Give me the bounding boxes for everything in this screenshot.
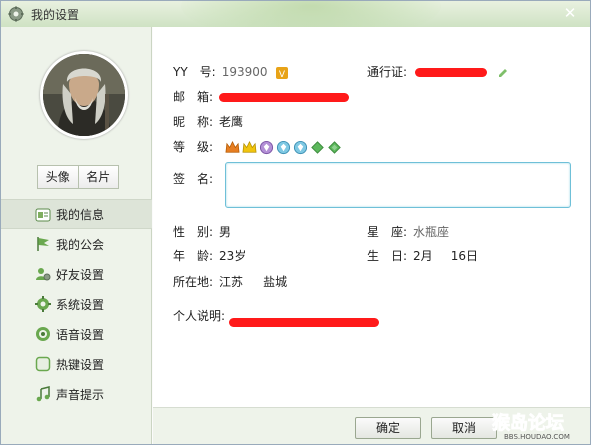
gear-icon (35, 296, 51, 312)
card-button[interactable]: 名片 (78, 165, 119, 189)
location-province: 江苏 (219, 275, 244, 289)
crown-icon (225, 141, 240, 153)
nickname-label: 昵 称: (173, 115, 214, 129)
settings-window: 我的设置 ✕ 头像 名片 我的信息 我的公会 好友设置 系统设置 语音设置 热键… (0, 0, 591, 445)
diamond-icon (276, 140, 290, 155)
sidebar-item-friend-settings[interactable]: 好友设置 (1, 259, 152, 289)
svg-text:V: V (279, 70, 286, 79)
title-bar[interactable]: 我的设置 ✕ (1, 1, 590, 41)
diamond-icon (293, 140, 307, 155)
level-row: 等 级: (173, 138, 342, 155)
yy-number-value: 193900 (221, 65, 268, 79)
birthday-row: 生 日: 2月 16日 (367, 247, 478, 264)
yy-number-label: YY 号: (173, 65, 216, 79)
svg-text:BBS.HOUDAO.COM: BBS.HOUDAO.COM (504, 433, 570, 441)
close-icon[interactable]: ✕ (562, 5, 578, 21)
sidebar-item-label: 热键设置 (56, 357, 105, 372)
gear-icon (8, 6, 24, 22)
signature-label: 签 名: (173, 172, 214, 186)
sidebar-nav: 我的信息 我的公会 好友设置 系统设置 语音设置 热键设置 声音提示 (1, 199, 152, 409)
redaction-mark (218, 93, 349, 102)
gender-row: 性 别: 男 (173, 223, 231, 240)
level-icons[interactable] (225, 140, 342, 155)
music-note-icon (36, 386, 50, 402)
email-row: 邮 箱: (173, 88, 349, 105)
cancel-button[interactable]: 取消 (431, 417, 497, 439)
location-label: 所在地: (173, 275, 214, 289)
sidebar-item-label: 系统设置 (56, 297, 105, 312)
passport-row: 通行证: (367, 63, 509, 80)
zodiac-label: 星 座: (367, 225, 408, 239)
redaction-mark (228, 318, 379, 327)
sidebar-item-hotkey-settings[interactable]: 热键设置 (1, 349, 152, 379)
nickname-value: 老鹰 (219, 115, 244, 129)
edit-icon[interactable] (497, 67, 509, 79)
birthday-month: 2月 (413, 249, 433, 263)
email-label: 邮 箱: (173, 90, 214, 104)
location-row: 所在地: 江苏 盐城 (173, 273, 287, 290)
sidebar-item-label: 我的公会 (56, 237, 105, 252)
avatar-button[interactable]: 头像 (37, 165, 79, 189)
profile-panel: YY 号: 193900 V 通行证: 邮 箱: 昵 称: 老鹰 等 级: 签 … (153, 27, 590, 407)
sidebar-item-label: 声音提示 (56, 387, 105, 402)
sidebar: 头像 名片 我的信息 我的公会 好友设置 系统设置 语音设置 热键设置 声音提示 (1, 27, 152, 444)
zodiac-value: 水瓶座 (413, 225, 450, 239)
birthday-label: 生 日: (367, 249, 408, 263)
bio-label: 个人说明: (173, 309, 226, 323)
ok-button[interactable]: 确定 (355, 417, 421, 439)
avatar-buttons: 头像 名片 (37, 165, 119, 189)
nickname-row: 昵 称: 老鹰 (173, 113, 243, 130)
vip-badge-icon: V (276, 66, 289, 79)
svg-text:猴岛论坛: 猴岛论坛 (492, 412, 564, 434)
crown-icon (242, 141, 257, 153)
sidebar-item-label: 我的信息 (56, 207, 105, 222)
hotkey-icon (35, 356, 51, 372)
avatar[interactable] (40, 51, 128, 139)
sidebar-item-sound-alerts[interactable]: 声音提示 (1, 379, 152, 409)
leaf-icon (328, 141, 341, 154)
flag-icon (37, 237, 49, 251)
redaction-mark (414, 68, 487, 77)
friends-gear-icon (36, 268, 51, 281)
bio-row: 个人说明: (173, 307, 379, 327)
age-label: 年 龄: (173, 249, 214, 263)
avatar-image (43, 54, 125, 136)
sidebar-item-my-guild[interactable]: 我的公会 (1, 229, 152, 259)
passport-label: 通行证: (367, 65, 408, 79)
age-value: 23岁 (219, 249, 247, 263)
yy-number-row: YY 号: 193900 V (173, 63, 289, 80)
forum-watermark-logo: 猴岛论坛 BBS.HOUDAO.COM (492, 412, 570, 441)
zodiac-row: 星 座: 水瓶座 (367, 223, 449, 240)
dialog-footer: 确定 取消 猴岛论坛 BBS.HOUDAO.COM (153, 407, 590, 444)
diamond-icon (259, 140, 273, 155)
signature-input[interactable] (225, 162, 571, 208)
sidebar-item-label: 好友设置 (56, 267, 105, 282)
signature-label-row: 签 名: (173, 170, 213, 187)
sidebar-item-system-settings[interactable]: 系统设置 (1, 289, 152, 319)
window-title: 我的设置 (31, 8, 80, 22)
location-city: 盐城 (263, 275, 288, 289)
leaf-icon (311, 141, 324, 154)
gender-value: 男 (219, 225, 232, 239)
sidebar-item-label: 语音设置 (56, 327, 105, 342)
id-card-icon (35, 208, 51, 222)
headset-icon (36, 327, 50, 341)
sidebar-item-voice-settings[interactable]: 语音设置 (1, 319, 152, 349)
age-row: 年 龄: 23岁 (173, 247, 246, 264)
sidebar-item-my-info[interactable]: 我的信息 (1, 199, 152, 229)
gender-label: 性 别: (173, 225, 214, 239)
birthday-day: 16日 (450, 249, 478, 263)
level-label: 等 级: (173, 140, 214, 154)
